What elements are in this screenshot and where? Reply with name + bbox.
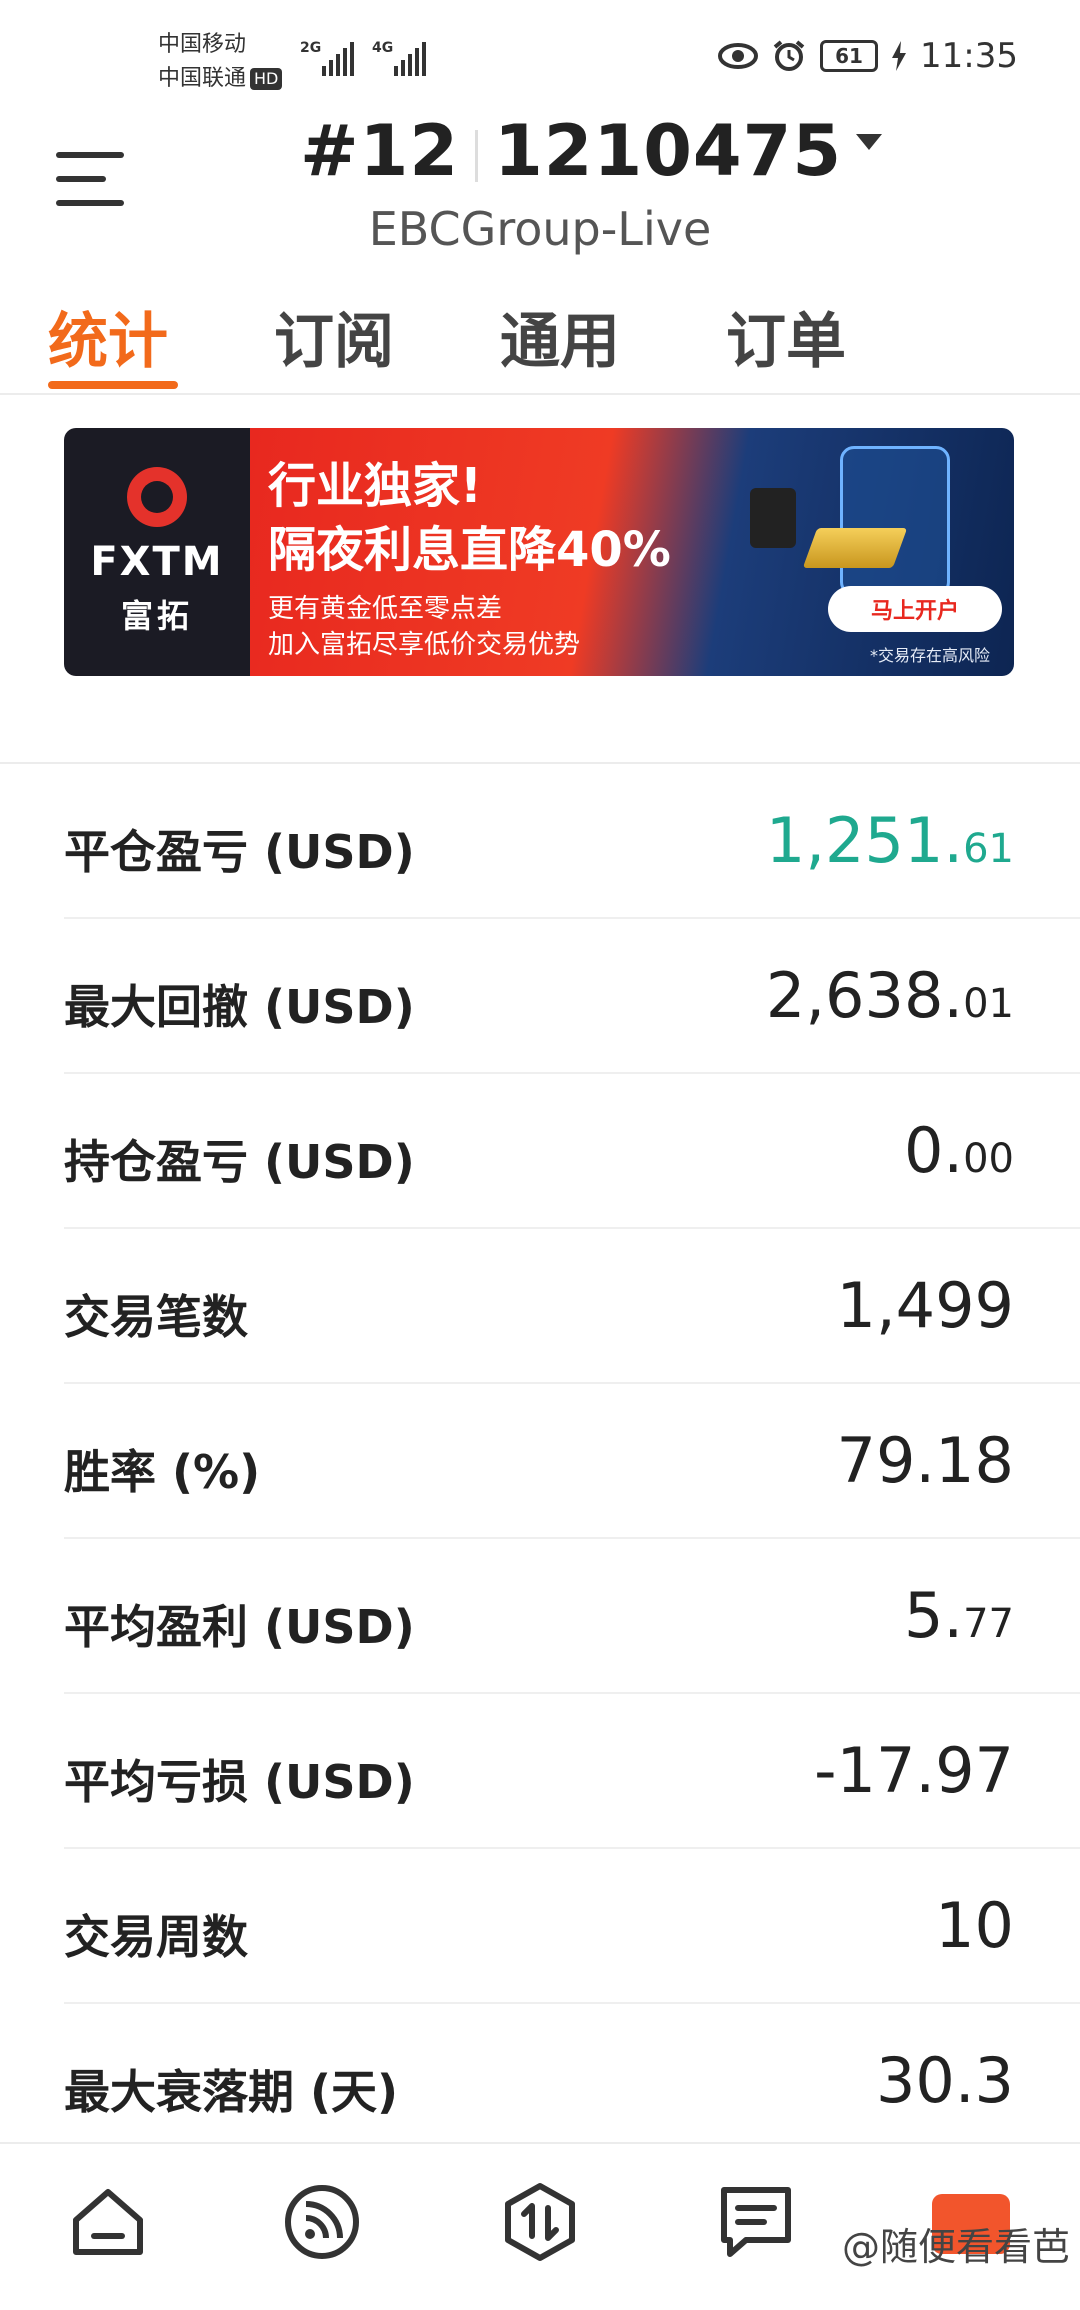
stat-value: 79.18 (836, 1424, 1015, 1497)
stat-row: 最大衰落期 (天) 30.3 (64, 2004, 1080, 2159)
stat-row: 平均亏损 (USD) -17.97 (64, 1694, 1080, 1849)
stat-label: 交易周数 (64, 1910, 248, 1964)
carrier-1: 中国移动 (158, 32, 247, 57)
oil-barrel-icon (750, 488, 796, 548)
bottom-nav: @随便看看芭 (0, 2142, 1080, 2310)
signal-icon: 2G (300, 40, 354, 76)
stat-label: 持仓盈亏 (USD) (64, 1135, 415, 1189)
stat-value: 2,638.01 (765, 959, 1014, 1032)
trade-icon[interactable] (500, 2182, 580, 2262)
stat-row: 交易周数 10 (64, 1849, 1080, 2004)
gold-bar-icon (802, 528, 908, 568)
home-icon[interactable] (68, 2182, 148, 2262)
banner-content: 行业独家! 隔夜利息直降40% 更有黄金低至零点差 加入富拓尽享低价交易优势 马… (250, 428, 1014, 676)
charging-icon (892, 41, 907, 71)
signal-indicators: 2G 4G (300, 40, 426, 76)
clock: 11:35 (920, 36, 1018, 76)
logo-mark-icon (127, 467, 187, 527)
banner-subtitle: 加入富拓尽享低价交易优势 (268, 630, 581, 660)
status-bar: 中国移动 中国联通 HD 2G 4G 61 11:35 (0, 0, 1080, 110)
chevron-down-icon (856, 133, 883, 150)
fxtm-logo: FXTM 富拓 (64, 428, 250, 676)
ad-banner[interactable]: FXTM 富拓 行业独家! 隔夜利息直降40% 更有黄金低至零点差 加入富拓尽享… (64, 428, 1014, 676)
stat-row: 平仓盈亏 (USD) 1,251.61 (64, 764, 1080, 919)
banner-headline: 行业独家! (268, 458, 482, 514)
stat-value: 1,251.61 (765, 804, 1014, 877)
stat-row: 交易笔数 1,499 (64, 1229, 1080, 1384)
app-header: #12 1210475 EBCGroup-Live (0, 110, 1080, 270)
banner-headline: 隔夜利息直降40% (268, 522, 671, 578)
divider (475, 129, 479, 182)
tab-subscribe[interactable]: 订阅 (274, 293, 394, 380)
carrier-2: 中国联通 (158, 66, 247, 91)
carrier-info: 中国移动 中国联通 HD (158, 28, 283, 96)
risk-disclaimer: *交易存在高风险 (870, 646, 991, 665)
stat-label: 最大衰落期 (天) (64, 2065, 399, 2119)
stat-label: 胜率 (%) (64, 1445, 261, 1499)
signal-feed-icon[interactable] (282, 2182, 362, 2262)
active-tab-indicator (48, 381, 178, 389)
stat-row: 胜率 (%) 79.18 (64, 1384, 1080, 1539)
stat-row: 最大回撤 (USD) 2,638.01 (64, 919, 1080, 1074)
tab-orders[interactable]: 订单 (726, 293, 846, 380)
watermark: @随便看看芭 (841, 2225, 1070, 2269)
messages-icon[interactable] (716, 2182, 796, 2262)
tab-general[interactable]: 通用 (500, 293, 620, 380)
section-header-clipped (0, 676, 1080, 764)
stat-value: 1,499 (836, 1269, 1015, 1342)
open-account-button[interactable]: 马上开户 (828, 586, 1002, 632)
signal-icon: 4G (372, 40, 426, 76)
phone-illustration (840, 446, 950, 596)
account-number: 1210475 (494, 110, 843, 192)
eye-icon (718, 43, 759, 69)
stat-value: 5.77 (903, 1579, 1014, 1652)
battery-icon: 61 (820, 40, 879, 72)
account-selector[interactable]: #12 1210475 (300, 110, 883, 192)
stat-value: 10 (935, 1889, 1014, 1962)
stat-value: -17.97 (814, 1734, 1014, 1807)
stat-row: 持仓盈亏 (USD) 0.00 (64, 1074, 1080, 1229)
banner-subtitle: 更有黄金低至零点差 (268, 594, 503, 624)
stat-label: 平仓盈亏 (USD) (64, 825, 415, 879)
tab-statistics[interactable]: 统计 (48, 293, 168, 380)
stats-list: 平仓盈亏 (USD) 1,251.61 最大回撤 (USD) 2,638.01 … (0, 764, 1080, 2159)
account-prefix: #12 (300, 110, 460, 192)
stat-label: 交易笔数 (64, 1290, 248, 1344)
alarm-icon (773, 40, 805, 71)
stat-value: 30.3 (875, 2044, 1014, 2117)
hd-badge: HD (250, 68, 283, 90)
stat-row: 平均盈利 (USD) 5.77 (64, 1539, 1080, 1694)
server-name: EBCGroup-Live (368, 202, 712, 256)
stat-value: 0.00 (903, 1114, 1014, 1187)
tab-bar: 统计 订阅 通用 订单 (0, 285, 1080, 395)
stat-label: 平均盈利 (USD) (64, 1600, 415, 1654)
stat-label: 最大回撤 (USD) (64, 980, 415, 1034)
stat-label: 平均亏损 (USD) (64, 1755, 415, 1809)
